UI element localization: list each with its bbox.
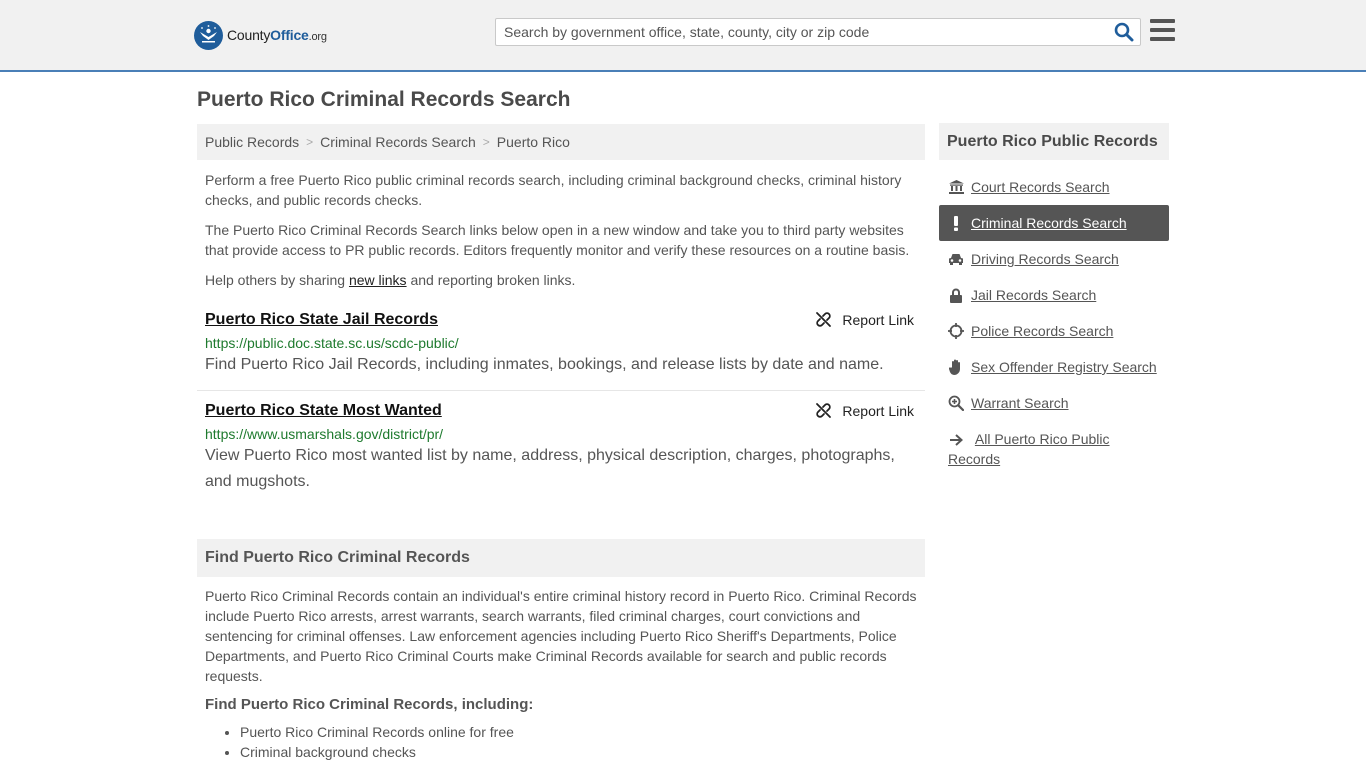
arrow-right-icon: [948, 432, 964, 448]
breadcrumb-puerto-rico[interactable]: Puerto Rico: [497, 134, 570, 150]
sidebar-item-criminal-records[interactable]: Criminal Records Search: [939, 205, 1169, 241]
site-logo[interactable]: CountyOffice.org: [194, 20, 327, 50]
search-input[interactable]: [496, 19, 1106, 45]
sidebar-item-sex-offender-registry[interactable]: Sex Offender Registry Search: [939, 349, 1169, 385]
broken-link-icon: [816, 312, 832, 327]
breadcrumb-separator-icon: >: [306, 135, 314, 149]
sidebar-heading: Puerto Rico Public Records: [939, 123, 1169, 160]
intro-text: Perform a free Puerto Rico public crimin…: [205, 170, 917, 290]
site-header: CountyOffice.org: [0, 0, 1366, 72]
breadcrumb-public-records[interactable]: Public Records: [205, 134, 299, 150]
find-section-body: Puerto Rico Criminal Records contain an …: [205, 586, 917, 762]
hamburger-menu-icon[interactable]: [1150, 19, 1175, 42]
crosshair-icon: [948, 323, 964, 339]
list-item: Puerto Rico Criminal Records online for …: [240, 722, 917, 742]
hand-icon: [948, 359, 964, 375]
logo-seal-icon: [194, 20, 223, 50]
report-link-button[interactable]: Report Link: [815, 311, 914, 328]
sidebar-item-all-public-records[interactable]: All Puerto Rico Public Records: [939, 423, 1119, 471]
result-title-link[interactable]: Puerto Rico State Jail Records: [205, 311, 917, 329]
result-description: Find Puerto Rico Jail Records, including…: [205, 356, 884, 373]
find-section-heading: Find Puerto Rico Criminal Records: [197, 539, 925, 577]
logo-text: CountyOffice.org: [227, 27, 327, 43]
search-button[interactable]: [1114, 22, 1134, 42]
divider: [197, 390, 925, 391]
intro-paragraph-3: Help others by sharing new links and rep…: [205, 272, 576, 288]
sidebar-item-police-records[interactable]: Police Records Search: [939, 313, 1169, 349]
list-item: Criminal background checks: [240, 742, 917, 762]
result-item: Puerto Rico State Most Wanted Report Lin…: [205, 402, 917, 495]
breadcrumb-separator-icon: >: [482, 135, 490, 149]
result-item: Puerto Rico State Jail Records Report Li…: [205, 311, 917, 378]
find-section-subheading: Find Puerto Rico Criminal Records, inclu…: [205, 696, 534, 713]
search-box: [495, 18, 1141, 46]
new-links-link[interactable]: new links: [349, 272, 407, 288]
search-icon: [1114, 22, 1134, 42]
find-section-paragraph: Puerto Rico Criminal Records contain an …: [205, 588, 917, 684]
magnifier-plus-icon: [948, 395, 964, 411]
sidebar-item-court-records[interactable]: Court Records Search: [939, 169, 1169, 205]
sidebar-item-warrant-search[interactable]: Warrant Search: [939, 385, 1169, 421]
intro-paragraph-1: Perform a free Puerto Rico public crimin…: [205, 172, 902, 208]
exclamation-icon: [948, 215, 964, 231]
broken-link-icon: [816, 403, 832, 418]
result-url: https://public.doc.state.sc.us/scdc-publ…: [205, 335, 459, 351]
breadcrumb-criminal-records-search[interactable]: Criminal Records Search: [320, 134, 476, 150]
sidebar-item-driving-records[interactable]: Driving Records Search: [939, 241, 1169, 277]
courthouse-icon: [948, 179, 964, 195]
breadcrumb: Public Records > Criminal Records Search…: [197, 124, 925, 160]
find-section-list: Puerto Rico Criminal Records online for …: [200, 722, 917, 762]
car-icon: [948, 251, 964, 267]
lock-icon: [948, 287, 964, 303]
result-title-link[interactable]: Puerto Rico State Most Wanted: [205, 402, 917, 420]
page-title: Puerto Rico Criminal Records Search: [197, 88, 571, 111]
result-description: View Puerto Rico most wanted list by nam…: [205, 447, 895, 490]
sidebar-item-jail-records[interactable]: Jail Records Search: [939, 277, 1169, 313]
report-link-button[interactable]: Report Link: [815, 402, 914, 419]
intro-paragraph-2: The Puerto Rico Criminal Records Search …: [205, 222, 910, 258]
result-url: https://www.usmarshals.gov/district/pr/: [205, 426, 444, 442]
